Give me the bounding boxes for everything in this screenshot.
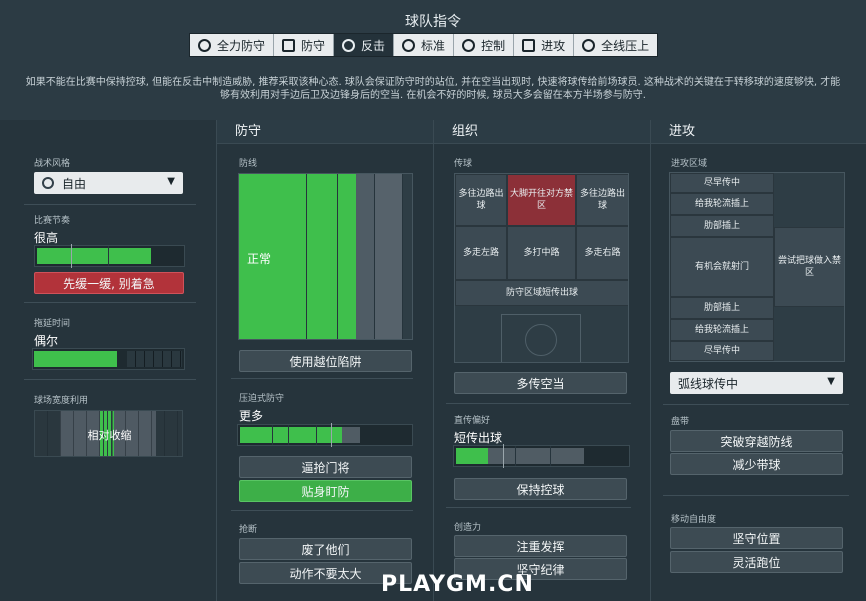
instruction-panels: 战术风格 自由 ▼ 比赛节奏 很高 先缓一缓, 别着急 拖延时间 偶尔 球场宽度… <box>0 120 866 601</box>
chevron-down-icon: ▼ <box>167 176 175 187</box>
style-label: 战术风格 <box>34 159 71 169</box>
get-stuck-in-button[interactable]: 废了他们 <box>239 538 412 560</box>
balance-icon <box>402 38 416 52</box>
pass-zone-short-distribution[interactable]: 防守区域短传出球 <box>455 280 628 306</box>
attack-zone-halfspace-bottom[interactable]: 肋部插上 <box>670 297 774 319</box>
freedom-label: 移动自由度 <box>671 515 717 525</box>
timewaste-slider[interactable] <box>32 348 185 370</box>
pref-value: 短传出球 <box>454 431 503 445</box>
attack-zone-label: 进攻区域 <box>671 159 708 169</box>
shield-icon <box>282 38 296 52</box>
press-fill <box>240 427 345 443</box>
pass-zone-long-ball[interactable]: 大脚开往对方禁区 <box>507 174 576 226</box>
tab-attacking[interactable]: 进攻 <box>514 34 575 56</box>
style-icon <box>42 177 54 189</box>
defline-label: 防线 <box>239 159 258 169</box>
attack-zone-early-cross-top[interactable]: 尽早传中 <box>670 173 774 193</box>
general-column: 战术风格 自由 ▼ 比赛节奏 很高 先缓一缓, 别着急 拖延时间 偶尔 球场宽度… <box>0 120 216 601</box>
defline-value: 正常 <box>247 252 272 266</box>
tab-very-attacking[interactable]: 全线压上 <box>574 34 658 56</box>
dribble-label: 盘带 <box>671 417 690 427</box>
pass-zone-right-wide[interactable]: 多往边路出球 <box>576 174 628 226</box>
dribble-less-button[interactable]: 减少带球 <box>670 453 843 475</box>
pref-label: 直传偏好 <box>454 416 491 426</box>
timewaste-fill <box>34 351 117 367</box>
slow-down-button[interactable]: 先缓一缓, 别着急 <box>34 272 184 294</box>
express-yourself-button[interactable]: 注重发挥 <box>454 535 627 557</box>
width-label: 球场宽度利用 <box>34 396 89 406</box>
all-out-icon <box>582 38 596 52</box>
attack-zone-overlap-bottom[interactable]: 给我轮流插上 <box>670 319 774 341</box>
roam-button[interactable]: 灵活跑位 <box>670 551 843 573</box>
pass-into-space-button[interactable]: 多传空当 <box>454 372 627 394</box>
style-dropdown[interactable]: 自由 ▼ <box>34 172 183 194</box>
mentality-description: 如果不能在比赛中保持控球, 但能在反击中制造威胁, 推荐采取该种心态. 球队会保… <box>25 77 841 101</box>
attack-zone-early-cross-bottom[interactable]: 尽早传中 <box>670 341 774 361</box>
attack-column: 进攻 进攻区域 尽早传中 给我轮流插上 肋部插上 有机会就射门 尝试把球做入禁区… <box>650 120 866 601</box>
attack-zone-work-into-box[interactable]: 尝试把球做入禁区 <box>774 227 844 307</box>
attack-zone-overlap-top[interactable]: 给我轮流插上 <box>670 193 774 215</box>
pass-zone-center[interactable]: 多打中路 <box>507 226 576 280</box>
offside-trap-button[interactable]: 使用越位陷阱 <box>239 350 412 372</box>
pass-zone-left-wide[interactable]: 多往边路出球 <box>455 174 507 226</box>
width-slider[interactable]: 相对收缩 <box>34 410 184 457</box>
passing-pitch: 多往边路出球 大脚开往对方禁区 多往边路出球 多走左路 多打中路 多走右路 防守… <box>454 173 629 363</box>
hold-position-button[interactable]: 坚守位置 <box>670 527 843 549</box>
tempo-fill <box>37 248 151 264</box>
pass-zone-right[interactable]: 多走右路 <box>576 226 628 280</box>
heart-shield-icon <box>198 38 211 52</box>
press-label: 压迫式防守 <box>239 394 285 404</box>
creative-label: 创造力 <box>454 523 482 533</box>
timewaste-label: 拖延时间 <box>34 319 71 329</box>
tight-marking-button[interactable]: 贴身盯防 <box>239 480 412 502</box>
tab-defensive[interactable]: 防守 <box>274 34 335 56</box>
organise-column: 组织 传球 多往边路出球 大脚开往对方禁区 多往边路出球 多走左路 多打中路 多… <box>433 120 650 601</box>
chevron-down-icon: ▼ <box>827 376 835 387</box>
attacking-pitch: 尽早传中 给我轮流插上 肋部插上 有机会就射门 尝试把球做入禁区 肋部插上 给我… <box>669 172 845 362</box>
tempo-label: 比赛节奏 <box>34 216 71 226</box>
pass-label: 传球 <box>454 159 473 169</box>
tempo-slider[interactable] <box>34 244 185 268</box>
passing-directness-slider[interactable] <box>453 444 630 468</box>
defence-heading: 防守 <box>217 120 433 144</box>
tab-very-defensive[interactable]: 全力防守 <box>190 34 275 56</box>
counter-icon <box>342 38 356 52</box>
attack-zone-halfspace-top[interactable]: 肋部插上 <box>670 215 774 237</box>
tab-counter[interactable]: 反击 <box>334 34 395 56</box>
pref-fill[interactable] <box>456 448 488 464</box>
page-title: 球队指令 <box>405 14 461 30</box>
retain-possession-button[interactable]: 保持控球 <box>454 478 627 500</box>
tackle-label: 抢断 <box>239 525 258 535</box>
organise-heading: 组织 <box>434 120 650 144</box>
mentality-tabs: 全力防守 防守 反击 标准 控制 进攻 全线压上 <box>189 33 659 57</box>
width-value: 相对收缩 <box>87 429 132 442</box>
pass-zone-left[interactable]: 多走左路 <box>455 226 507 280</box>
tab-balanced[interactable]: 标准 <box>394 34 455 56</box>
watermark: PLAYGM.CN <box>381 572 534 597</box>
press-slider[interactable] <box>237 423 413 447</box>
attack-zone-shoot[interactable]: 有机会就射门 <box>670 237 774 297</box>
timewaste-value: 偶尔 <box>34 334 59 348</box>
control-icon <box>462 38 476 52</box>
attack-heading: 进攻 <box>651 120 866 144</box>
run-at-defence-button[interactable]: 突破穿越防线 <box>670 430 843 452</box>
defence-column: 防守 防线 正常 使用越位陷阱 压迫式防守 更多 逼抢门将 贴身盯防 抢断 废了… <box>216 120 433 601</box>
press-value: 更多 <box>239 409 264 423</box>
tab-control[interactable]: 控制 <box>454 34 515 56</box>
defensive-line-selector[interactable]: 正常 <box>238 173 413 340</box>
attack-arrow-icon <box>522 38 536 52</box>
press-keeper-button[interactable]: 逼抢门将 <box>239 456 412 478</box>
crossing-dropdown[interactable]: 弧线球传中 ▼ <box>670 372 843 394</box>
tempo-value: 很高 <box>34 231 59 245</box>
